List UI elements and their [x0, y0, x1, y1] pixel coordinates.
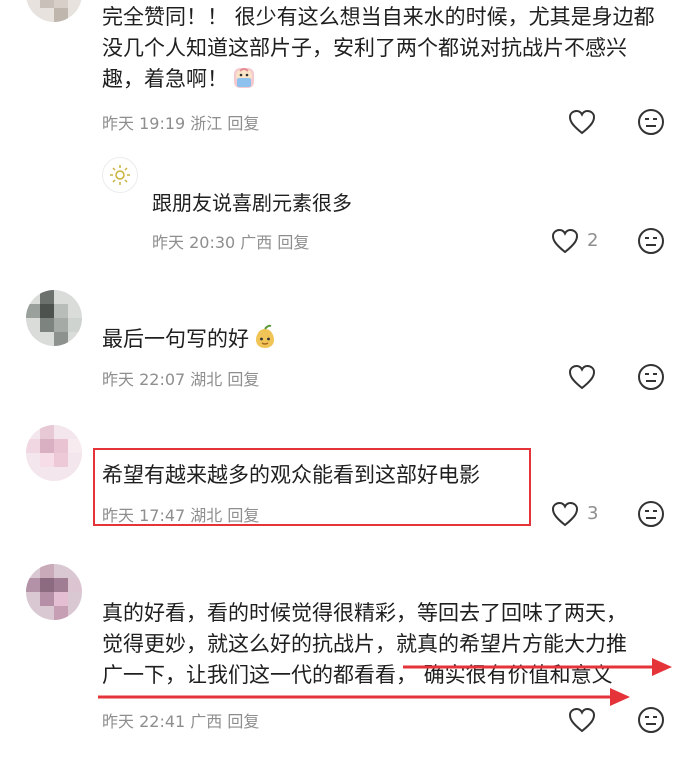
- heart-outline-icon: [568, 707, 596, 733]
- red-arrow-annotations: [98, 658, 672, 706]
- like-button[interactable]: [568, 707, 596, 733]
- dislike-button[interactable]: [637, 706, 665, 734]
- reply-button[interactable]: 回复: [227, 712, 259, 731]
- comment-meta: 昨天 22:41 广西 回复: [102, 708, 259, 732]
- comment-location: 广西: [190, 712, 223, 731]
- red-arrow-upper: [403, 658, 672, 676]
- neutral-face-icon: [638, 707, 664, 733]
- comment-time: 昨天 22:41: [102, 712, 186, 731]
- red-arrow-lower: [98, 688, 630, 706]
